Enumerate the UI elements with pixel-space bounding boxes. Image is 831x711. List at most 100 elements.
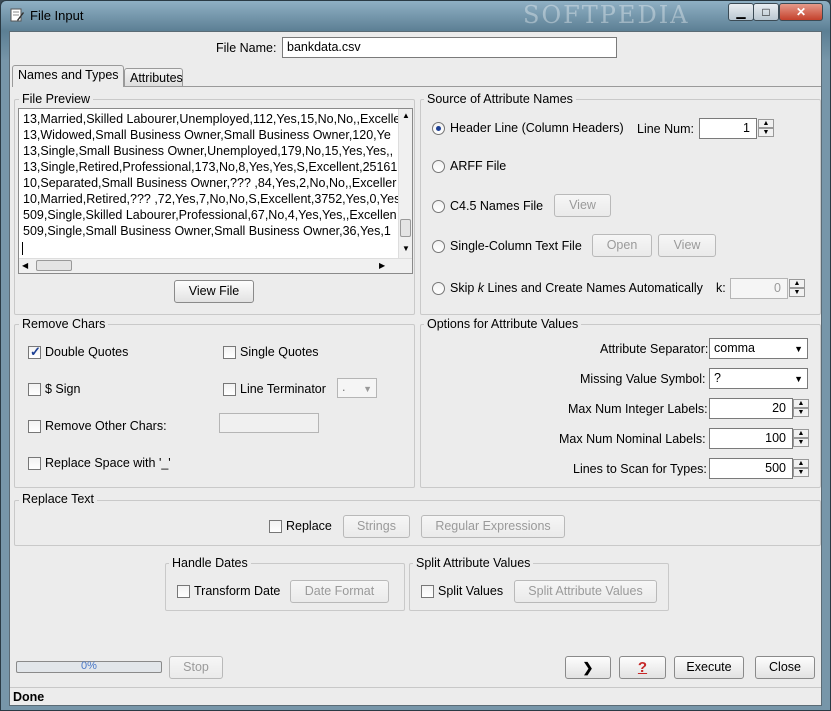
maximize-button[interactable]: □ xyxy=(753,3,779,21)
file-preview-text[interactable]: 13,Married,Skilled Labourer,Unemployed,1… xyxy=(18,108,413,274)
vertical-scroll-thumb[interactable] xyxy=(400,219,411,237)
split-values-title: Split Attribute Values xyxy=(413,556,534,570)
spin-down-icon[interactable]: ▼ xyxy=(758,128,774,137)
max-nominal-spinner[interactable]: ▲ ▼ xyxy=(793,429,809,448)
dollar-sign-label: $ Sign xyxy=(45,382,81,396)
execute-button[interactable]: Execute xyxy=(674,656,744,679)
date-format-button[interactable]: Date Format xyxy=(290,580,389,603)
tab-attributes[interactable]: Attributes xyxy=(124,68,183,87)
header-line-radio[interactable] xyxy=(432,122,445,135)
replace-space-checkbox[interactable] xyxy=(28,457,41,470)
single-column-view-button[interactable]: View xyxy=(658,234,716,257)
scroll-down-icon[interactable]: ▼ xyxy=(402,244,410,253)
split-attribute-values-button[interactable]: Split Attribute Values xyxy=(514,580,657,603)
scroll-left-icon[interactable]: ◀ xyxy=(22,261,28,270)
c45-names-label: C4.5 Names File xyxy=(450,199,544,213)
scroll-up-icon[interactable]: ▲ xyxy=(402,111,410,120)
line-num-field[interactable]: 1 xyxy=(699,118,757,139)
k-spinner[interactable]: ▲ ▼ xyxy=(789,279,805,298)
line-terminator-select[interactable]: . ▼ xyxy=(337,378,377,398)
spin-up-icon[interactable]: ▲ xyxy=(793,429,809,438)
vertical-scrollbar[interactable]: ▲ ▼ xyxy=(398,109,412,258)
transform-date-label: Transform Date xyxy=(194,584,281,598)
attribute-separator-value: comma xyxy=(714,341,755,355)
line-num-label: Line Num: xyxy=(637,122,694,136)
spin-down-icon[interactable]: ▼ xyxy=(793,468,809,477)
preview-line: 509,Single,Small Business Owner,Small Bu… xyxy=(23,224,391,238)
chevron-down-icon: ▼ xyxy=(794,344,803,354)
c45-names-radio[interactable] xyxy=(432,200,445,213)
lines-to-scan-field[interactable]: 500 xyxy=(709,458,793,479)
minimize-button[interactable]: ▁ xyxy=(728,3,754,21)
spin-down-icon[interactable]: ▼ xyxy=(793,438,809,447)
line-terminator-value: . xyxy=(342,380,346,394)
next-button[interactable]: ❯ xyxy=(565,656,611,679)
spin-up-icon[interactable]: ▲ xyxy=(789,279,805,288)
spin-down-icon[interactable]: ▼ xyxy=(789,288,805,297)
skip-lines-radio[interactable] xyxy=(432,282,445,295)
max-integer-labels-field[interactable]: 20 xyxy=(709,398,793,419)
close-icon: ✕ xyxy=(795,5,807,19)
line-num-spinner[interactable]: ▲ ▼ xyxy=(758,119,774,138)
close-window-button[interactable]: ✕ xyxy=(779,3,823,21)
watermark: SOFTPEDIA xyxy=(523,1,690,29)
help-icon: ? xyxy=(637,659,648,676)
text-cursor xyxy=(22,242,23,255)
transform-date-checkbox[interactable] xyxy=(177,585,190,598)
k-field[interactable]: 0 xyxy=(730,278,788,299)
single-quotes-checkbox[interactable] xyxy=(223,346,236,359)
view-file-button[interactable]: View File xyxy=(174,280,254,303)
open-button[interactable]: Open xyxy=(592,234,652,257)
double-quotes-checkbox[interactable] xyxy=(28,344,41,360)
horizontal-scroll-thumb[interactable] xyxy=(36,260,72,271)
attribute-options-title: Options for Attribute Values xyxy=(424,317,582,331)
split-values-checkbox[interactable] xyxy=(421,585,434,598)
file-name-label: File Name: xyxy=(216,41,277,55)
spin-up-icon[interactable]: ▲ xyxy=(793,459,809,468)
file-name-field[interactable]: bankdata.csv xyxy=(282,37,617,58)
arff-file-label: ARFF File xyxy=(450,159,507,173)
single-column-radio[interactable] xyxy=(432,240,445,253)
replace-text-group xyxy=(14,500,821,546)
line-terminator-checkbox[interactable] xyxy=(223,383,236,396)
double-quotes-label: Double Quotes xyxy=(45,345,129,359)
remove-chars-title: Remove Chars xyxy=(19,317,109,331)
stop-button[interactable]: Stop xyxy=(169,656,223,679)
title-bar[interactable]: File Input SOFTPEDIA ▁ □ ✕ xyxy=(1,1,830,31)
lines-to-scan-spinner[interactable]: ▲ ▼ xyxy=(793,459,809,478)
preview-line: 13,Single,Retired,Professional,173,No,8,… xyxy=(23,160,398,174)
regular-expressions-button[interactable]: Regular Expressions xyxy=(421,515,565,538)
replace-checkbox[interactable] xyxy=(269,520,282,533)
spin-down-icon[interactable]: ▼ xyxy=(793,408,809,417)
horizontal-scrollbar[interactable]: ◀ ▶ xyxy=(19,258,412,273)
missing-value-label: Missing Value Symbol: xyxy=(580,372,706,386)
scroll-right-icon[interactable]: ▶ xyxy=(379,261,385,270)
line-terminator-label: Line Terminator xyxy=(240,382,326,396)
attribute-separator-label: Attribute Separator: xyxy=(600,342,709,356)
lines-to-scan-label: Lines to Scan for Types: xyxy=(573,462,707,476)
chevron-down-icon: ▼ xyxy=(363,384,372,394)
replace-label: Replace xyxy=(286,519,332,533)
arff-file-radio[interactable] xyxy=(432,160,445,173)
progress-bar: 0% xyxy=(16,660,162,673)
replace-space-label: Replace Space with '_' xyxy=(45,456,171,470)
spin-up-icon[interactable]: ▲ xyxy=(758,119,774,128)
dollar-sign-checkbox[interactable] xyxy=(28,383,41,396)
progress-text: 0% xyxy=(81,660,97,672)
remove-other-chars-checkbox[interactable] xyxy=(28,420,41,433)
remove-other-chars-field[interactable] xyxy=(219,413,319,433)
help-button[interactable]: ? xyxy=(619,656,666,679)
attribute-separator-select[interactable]: comma ▼ xyxy=(709,338,808,359)
close-button[interactable]: Close xyxy=(755,656,815,679)
file-preview-title: File Preview xyxy=(19,92,94,106)
skip-suffix: Lines and Create Names Automatically xyxy=(484,281,703,295)
c45-view-button[interactable]: View xyxy=(554,194,611,217)
spin-up-icon[interactable]: ▲ xyxy=(793,399,809,408)
max-integer-spinner[interactable]: ▲ ▼ xyxy=(793,399,809,418)
split-values-label: Split Values xyxy=(438,584,504,598)
strings-button[interactable]: Strings xyxy=(343,515,410,538)
missing-value-select[interactable]: ? ▼ xyxy=(709,368,808,389)
max-nominal-labels-field[interactable]: 100 xyxy=(709,428,793,449)
chevron-down-icon: ▼ xyxy=(794,374,803,384)
tab-names-and-types[interactable]: Names and Types xyxy=(12,65,124,87)
